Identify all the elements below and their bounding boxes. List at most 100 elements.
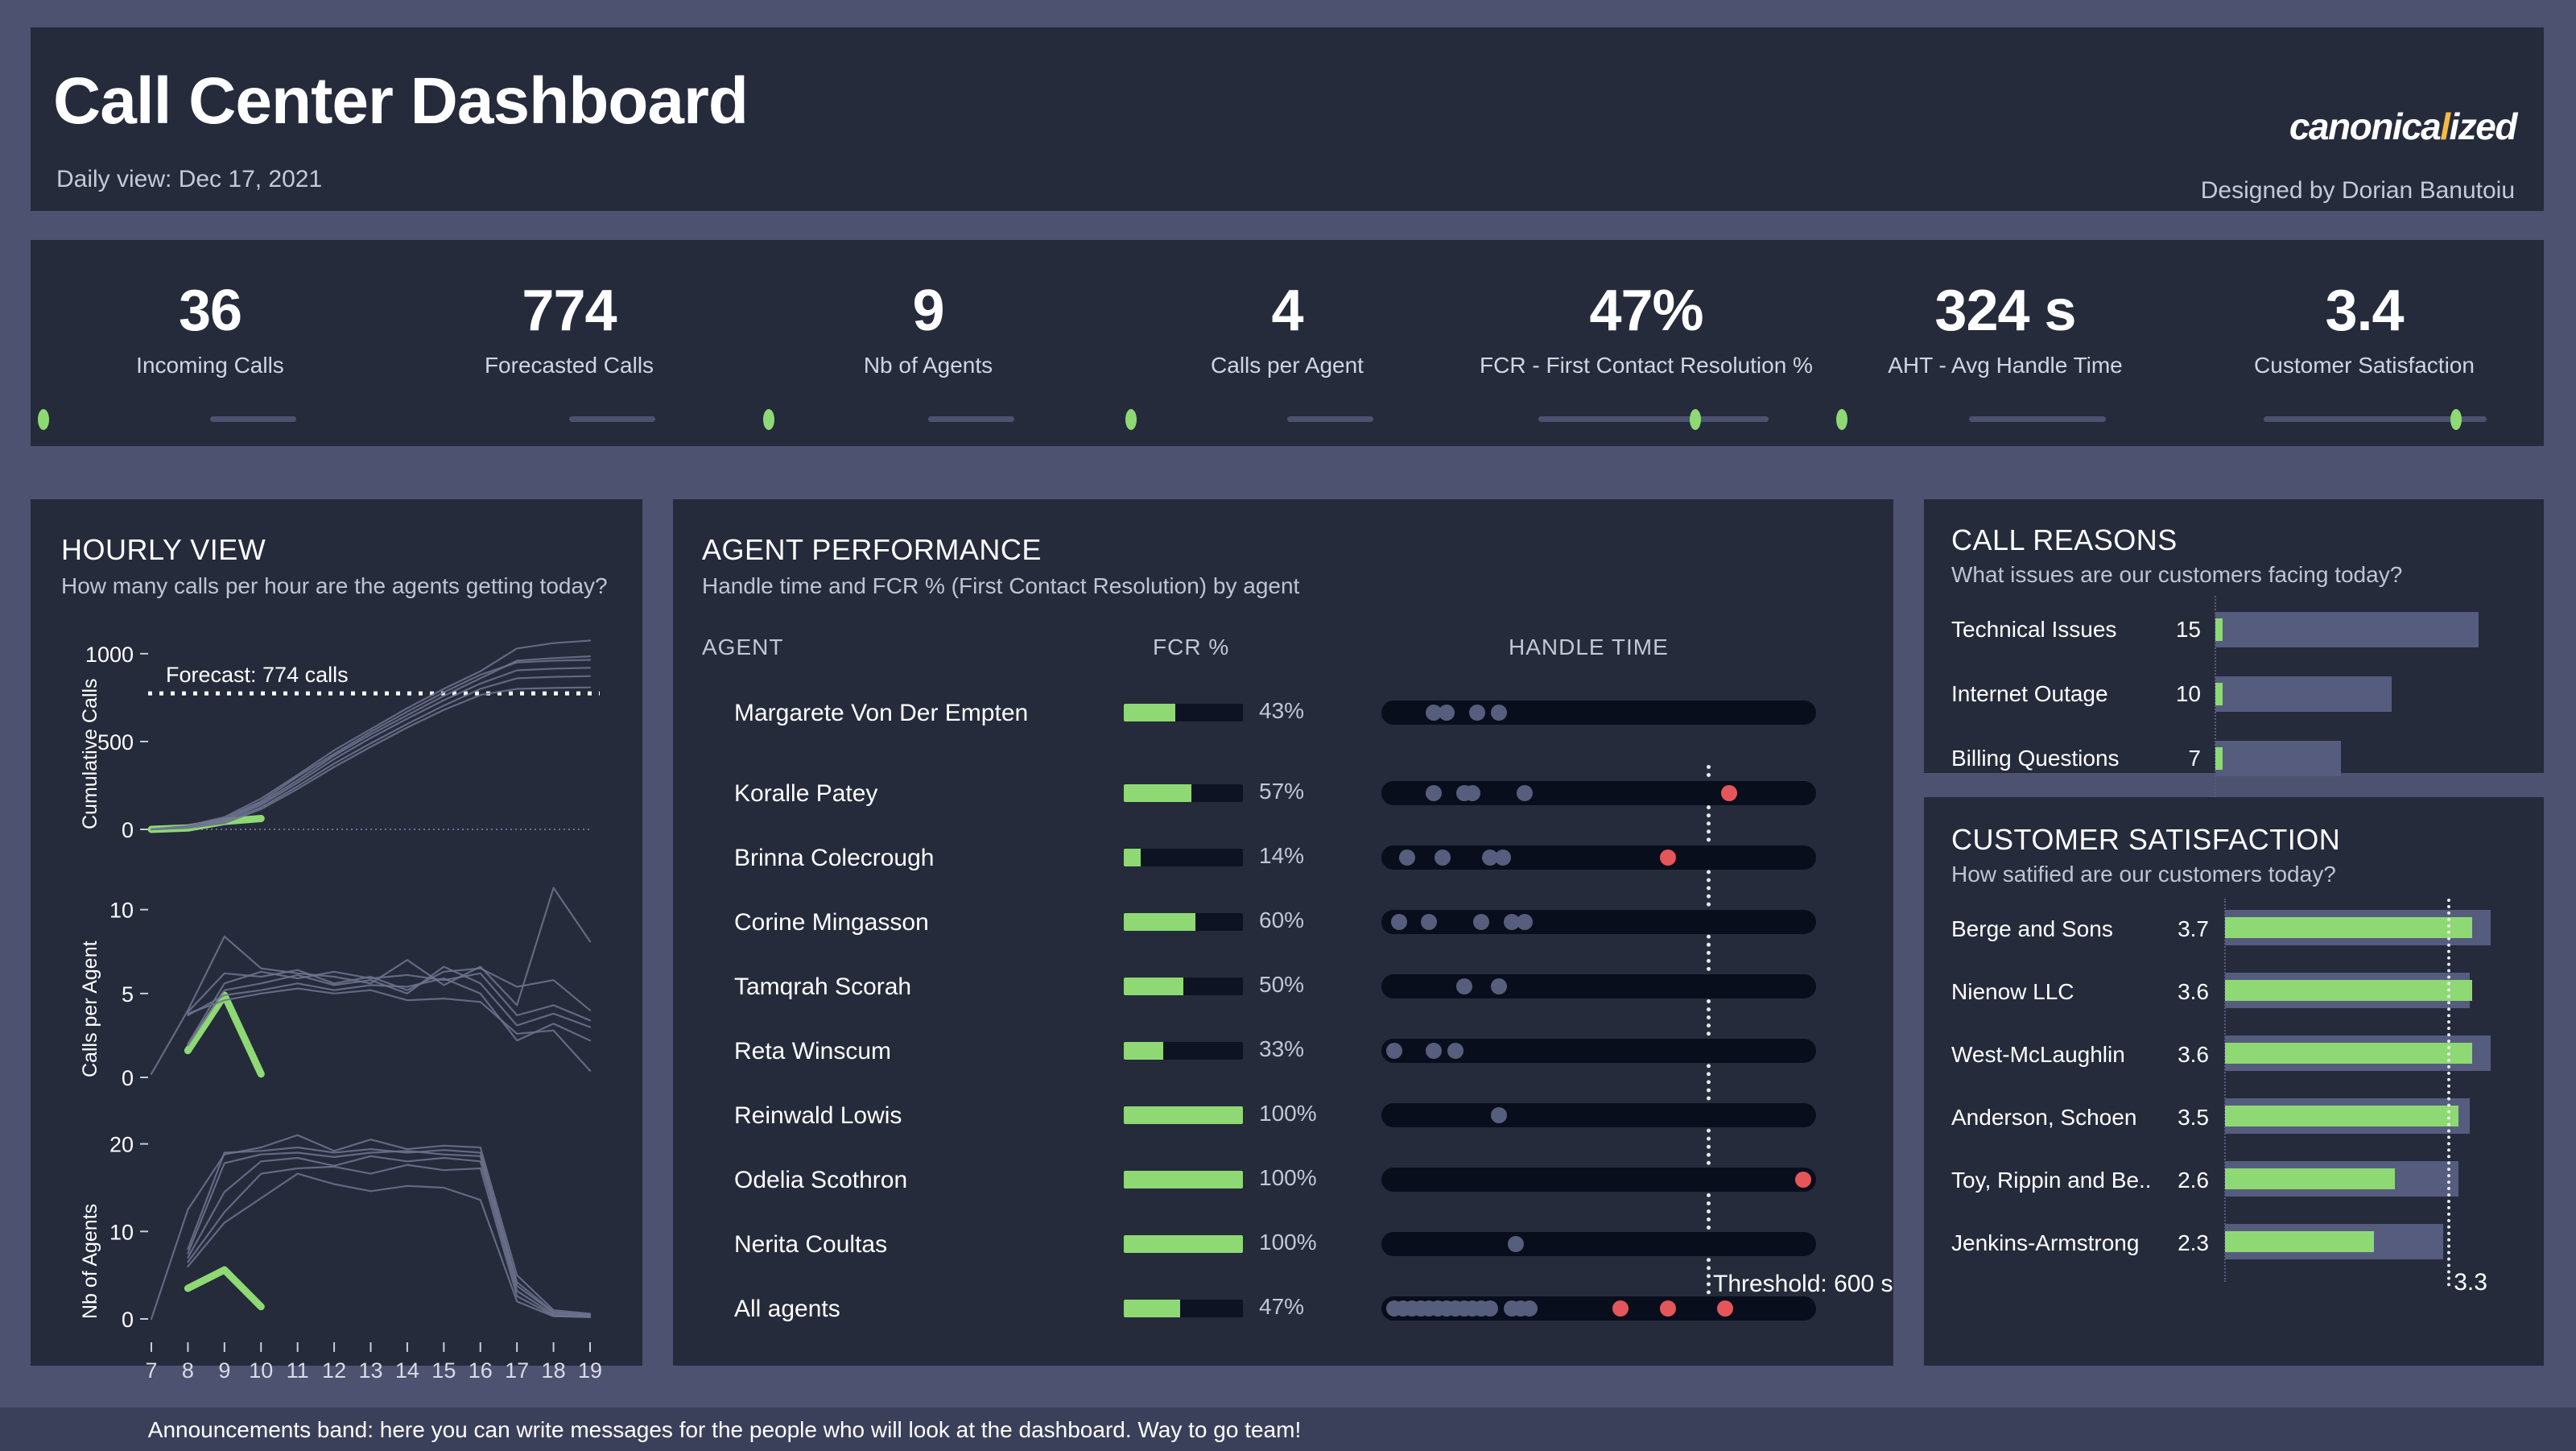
target-label: 3.3 (2454, 1269, 2487, 1296)
svg-text:0: 0 (122, 1308, 134, 1332)
lightning-bolt-icon: l (2440, 105, 2450, 147)
target-line (2447, 899, 2451, 1287)
table-row: Nerita Coultas 100% (673, 1230, 1893, 1287)
kpi-value: 4 (1271, 279, 1303, 343)
customer-value-bar (2225, 1043, 2472, 1064)
kpi-card-1: 774 Forecasted Calls (390, 240, 749, 446)
svg-text:10: 10 (109, 899, 134, 923)
fcr-bar-fill (1124, 849, 1141, 866)
fcr-bar (1124, 1235, 1243, 1253)
call-reasons-title: CALL REASONS (1951, 523, 2178, 556)
x-axis-tick-label: 18 (541, 1358, 566, 1383)
handle-time-track (1381, 1232, 1816, 1256)
svg-text:1000: 1000 (85, 643, 134, 667)
agent-name: Tamqrah Scorah (734, 974, 912, 1000)
table-row: Reta Winscum 33% (673, 1036, 1893, 1093)
list-item: Nienow LLC 3.6 (1924, 973, 2544, 1029)
kpi-marker-dot (37, 409, 49, 430)
x-axis-tick-label: 16 (468, 1358, 493, 1383)
handle-time-dot (1421, 914, 1438, 930)
call-reason-bar (2215, 741, 2342, 776)
fcr-bar-fill (1124, 913, 1195, 931)
kpi-marker-dot (762, 409, 774, 430)
kpi-label: AHT - Avg Handle Time (1888, 353, 2123, 378)
chart-svg: 0 500 1000 (85, 639, 600, 842)
handle-time-dot (1521, 1300, 1538, 1317)
page-subtitle: Daily view: Dec 17, 2021 (56, 166, 323, 192)
call-reasons-panel: CALL REASONS What issues are our custome… (1924, 499, 2544, 862)
handle-time-dot (1390, 914, 1407, 930)
fcr-value: 50% (1259, 972, 1305, 997)
agent-name: Koralle Patey (734, 780, 878, 807)
call-reason-value: 10 (2175, 681, 2201, 706)
handle-time-dot (1447, 1043, 1463, 1059)
kpi-track (928, 416, 1015, 422)
customer-score: 3.7 (2178, 916, 2209, 941)
agent-name: Margarete Von Der Empten (734, 700, 1029, 726)
handle-time-track (1381, 1103, 1816, 1127)
list-item: West-McLaughlin 3.6 (1924, 1036, 2544, 1092)
handle-time-dot (1508, 1236, 1525, 1252)
hourly-view-panel: HOURLY VIEW How many calls per hour are … (31, 499, 642, 1383)
handle-time-track (1381, 1296, 1816, 1321)
handle-time-track (1381, 974, 1816, 998)
x-axis-tick-label: 7 (145, 1358, 158, 1383)
fcr-bar-fill (1124, 978, 1183, 995)
handle-time-dot (1386, 1043, 1403, 1059)
announcements-band: Announcements band: here you can write m… (0, 1408, 2576, 1451)
fcr-value: 100% (1259, 1165, 1317, 1190)
customer-score: 3.5 (2178, 1105, 2209, 1130)
x-axis-tick-label: 12 (322, 1358, 347, 1383)
logo-text-left: canonica (2289, 105, 2442, 147)
svg-text:10: 10 (109, 1220, 134, 1244)
logo-text-right: ized (2449, 105, 2518, 147)
handle-time-track (1381, 1039, 1816, 1063)
agent-name: Brinna Colecrough (734, 845, 935, 871)
x-axis-tick-label: 13 (358, 1358, 383, 1383)
customer-satisfaction-title: CUSTOMER SATISFACTION (1951, 823, 2341, 856)
handle-time-dot-alert (1612, 1300, 1629, 1317)
customer-satisfaction-subtitle: How satified are our customers today? (1951, 862, 2336, 887)
series-today (184, 1266, 265, 1311)
kpi-value: 47% (1589, 279, 1703, 343)
handle-time-dot (1468, 705, 1485, 721)
x-axis-tick-label: 17 (505, 1358, 530, 1383)
agent-name: Nerita Coultas (734, 1231, 888, 1258)
customer-value-bar (2225, 980, 2472, 1001)
handle-time-dot (1439, 705, 1455, 721)
fcr-bar (1124, 704, 1243, 721)
kpi-value: 3.4 (2325, 279, 2404, 343)
announcements-text: Announcements band: here you can write m… (147, 1417, 1302, 1442)
fcr-value: 57% (1259, 779, 1305, 804)
x-axis-tick-label: 9 (218, 1358, 231, 1383)
fcr-value: 47% (1259, 1294, 1305, 1319)
handle-time-dot (1517, 785, 1534, 801)
fcr-bar (1124, 849, 1243, 866)
table-row: Corine Mingasson 60% (673, 907, 1893, 965)
column-header-agent: AGENT (702, 635, 784, 659)
table-row: Tamqrah Scorah 50% (673, 972, 1893, 1029)
canonicalized-logo: canonica l ized (2289, 105, 2518, 148)
agent-name: All agents (734, 1296, 840, 1322)
handle-time-dot (1455, 978, 1472, 994)
dashboard-root: Call Center Dashboard Daily view: Dec 17… (0, 0, 2576, 1451)
handle-time-dot-alert (1716, 1300, 1733, 1317)
kpi-value: 9 (912, 279, 944, 343)
kpi-track (569, 416, 656, 422)
x-axis-tick-label: 14 (394, 1358, 419, 1383)
customer-value-bar (2225, 1231, 2374, 1252)
list-item: Anderson, Schoen 3.5 (1924, 1098, 2544, 1155)
handle-time-dot (1464, 785, 1481, 801)
chart-svg: 0 10 20 (109, 1133, 592, 1332)
agent-name: Corine Mingasson (734, 909, 929, 936)
kpi-value: 324 s (1934, 279, 2076, 343)
kpi-card-4: 47% FCR - First Contact Resolution % (1467, 240, 1826, 446)
svg-text:500: 500 (97, 730, 134, 754)
kpi-label: Calls per Agent (1211, 353, 1364, 378)
handle-time-dot (1473, 914, 1490, 930)
page-title: Call Center Dashboard (53, 64, 749, 138)
fcr-value: 43% (1259, 698, 1305, 723)
fcr-bar-fill (1124, 1300, 1180, 1317)
call-reason-marker (2215, 747, 2223, 770)
forecast-annotation: Forecast: 774 calls (166, 663, 349, 688)
